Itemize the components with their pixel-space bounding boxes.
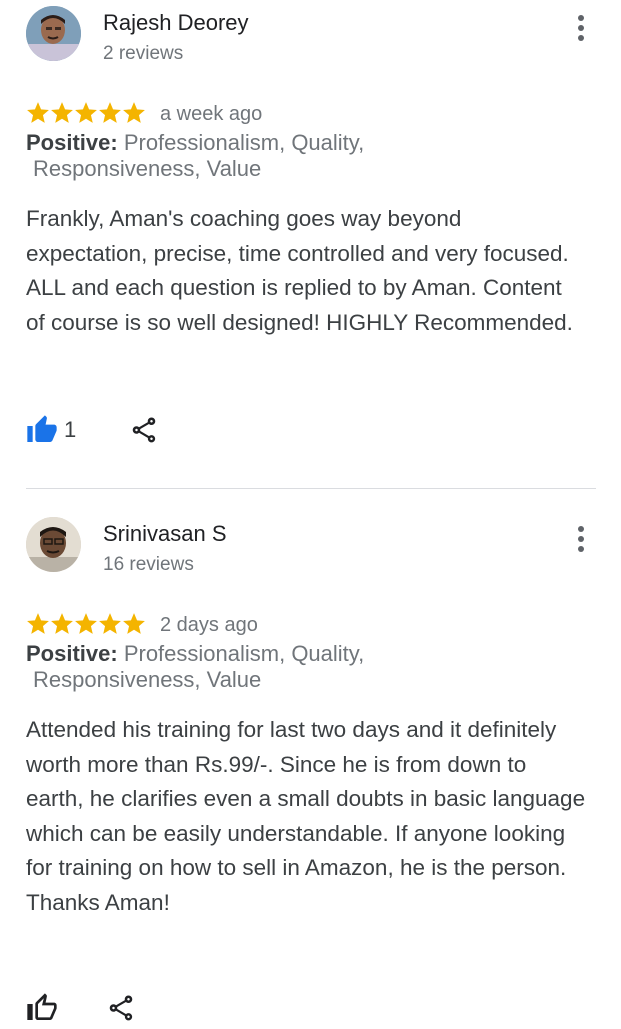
- star-icon: [27, 102, 49, 123]
- positive-values-line1: Professionalism, Quality,: [117, 130, 365, 155]
- star-icon: [123, 102, 145, 123]
- star-icon: [99, 102, 121, 123]
- positive-values-line2: Responsiveness, Value: [33, 667, 262, 692]
- star-rating: [26, 101, 146, 125]
- share-button[interactable]: [129, 414, 159, 448]
- review-actions: [26, 992, 166, 1026]
- review-date: 2 days ago: [160, 614, 258, 636]
- star-icon: [75, 102, 97, 123]
- reviewer-review-count: 16 reviews: [103, 554, 194, 575]
- positive-attributes: Positive: Professionalism, Quality, Resp…: [26, 130, 546, 182]
- positive-values-line1: Professionalism, Quality,: [117, 641, 365, 666]
- more-vertical-icon: [578, 15, 584, 21]
- positive-attributes: Positive: Professionalism, Quality, Resp…: [26, 641, 546, 693]
- share-icon: [132, 417, 156, 443]
- avatar[interactable]: [26, 517, 81, 572]
- like-count: 1: [64, 417, 77, 442]
- thumbs-up-icon: [27, 993, 57, 1020]
- like-button[interactable]: [26, 992, 58, 1026]
- star-icon: [123, 613, 145, 634]
- reviewer-review-count: 2 reviews: [103, 43, 184, 64]
- star-rating: [26, 612, 146, 636]
- positive-values-line2: Responsiveness, Value: [33, 156, 262, 181]
- star-icon: [75, 613, 97, 634]
- review-date: a week ago: [160, 103, 263, 125]
- more-options-button[interactable]: [568, 524, 594, 554]
- share-icon: [109, 995, 133, 1021]
- thumbs-up-icon: [27, 415, 57, 442]
- reviewer-name[interactable]: Srinivasan S: [103, 521, 227, 547]
- avatar[interactable]: [26, 6, 81, 61]
- review-text: Attended his training for last two days …: [26, 717, 586, 915]
- more-options-button[interactable]: [568, 13, 594, 43]
- positive-label: Positive:: [26, 641, 118, 666]
- star-icon: [99, 613, 121, 634]
- like-button[interactable]: [26, 414, 58, 448]
- share-button[interactable]: [106, 992, 136, 1026]
- review-actions: 1: [26, 414, 166, 448]
- review-divider: [26, 488, 596, 489]
- star-icon: [51, 102, 73, 123]
- review-text: Frankly, Aman's coaching goes way beyond…: [26, 206, 573, 335]
- star-icon: [51, 613, 73, 634]
- positive-label: Positive:: [26, 130, 118, 155]
- reviewer-name[interactable]: Rajesh Deorey: [103, 10, 249, 36]
- star-icon: [27, 613, 49, 634]
- more-vertical-icon: [578, 526, 584, 532]
